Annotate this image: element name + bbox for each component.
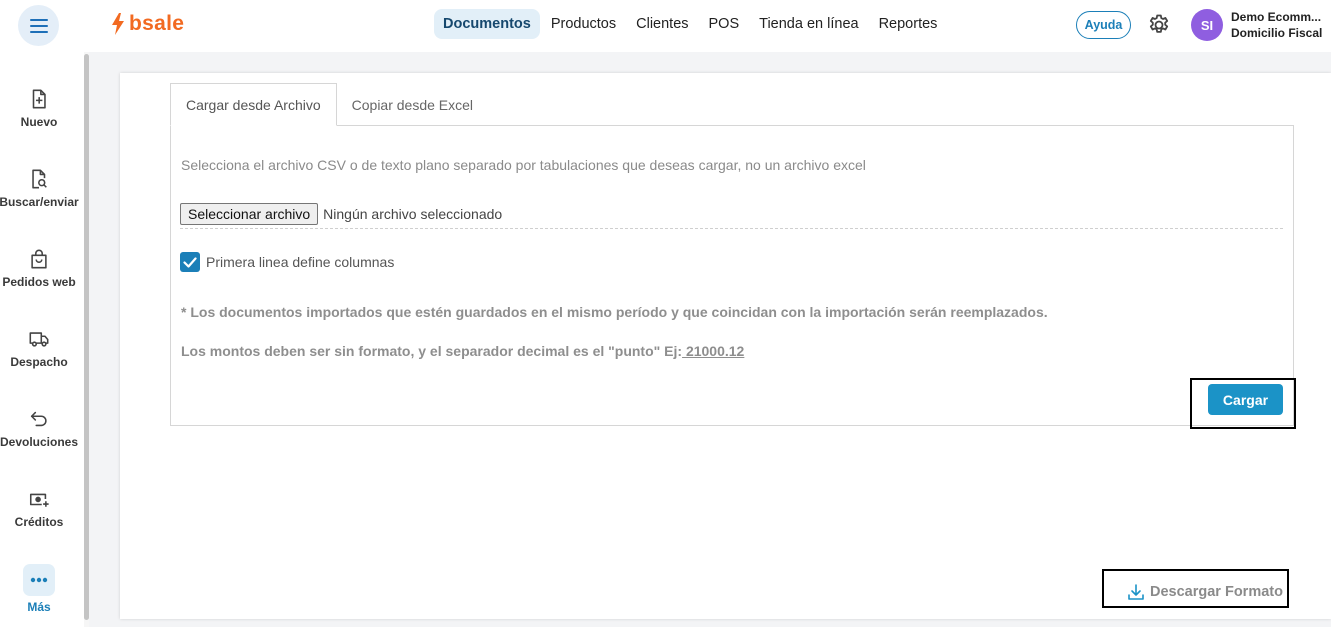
bsale-bolt-icon — [112, 13, 124, 35]
amount-format-text: Los montos deben ser sin formato, y el s… — [181, 343, 683, 359]
help-button[interactable]: Ayuda — [1076, 11, 1131, 39]
sidebar-item-creditos[interactable]: Créditos — [0, 488, 78, 529]
cash-plus-icon — [29, 493, 49, 507]
checkbox-label: Primera linea define columnas — [206, 254, 395, 270]
sidebar-item-despacho[interactable]: Despacho — [0, 328, 78, 369]
download-format-link[interactable]: Descargar Formato — [1127, 583, 1283, 601]
nav-documentos[interactable]: Documentos — [434, 9, 540, 39]
nav-productos[interactable]: Productos — [542, 9, 625, 39]
first-line-columns-checkbox[interactable] — [180, 252, 200, 272]
more-dots-icon — [23, 564, 55, 596]
cargar-button[interactable]: Cargar — [1208, 384, 1283, 415]
avatar[interactable]: SI — [1191, 9, 1223, 41]
truck-icon — [29, 332, 49, 347]
main-nav: Documentos Productos Clientes POS Tienda… — [434, 9, 948, 39]
menu-icon — [29, 18, 48, 33]
instruction-text: Selecciona el archivo CSV o de texto pla… — [181, 157, 866, 173]
checkmark-icon — [183, 256, 197, 268]
replace-note: * Los documentos importados que estén gu… — [181, 304, 1048, 320]
sidebar-item-buscar-enviar[interactable]: Buscar/enviar — [0, 168, 79, 209]
download-format-label: Descargar Formato — [1150, 584, 1283, 600]
bsale-logo[interactable]: bsale — [110, 12, 184, 36]
hamburger-menu-button[interactable] — [18, 5, 59, 46]
file-status: Ningún archivo seleccionado — [323, 206, 503, 222]
amount-format-note: Los montos deben ser sin formato, y el s… — [181, 343, 744, 359]
sidebar-item-mas[interactable]: Más — [0, 564, 78, 614]
company-branch: Domicilio Fiscal — [1231, 26, 1323, 40]
first-line-columns-option[interactable]: Primera linea define columnas — [180, 252, 394, 272]
nav-pos[interactable]: POS — [700, 9, 749, 39]
company-name: Demo Ecomm... — [1231, 10, 1322, 24]
sidebar-item-pedidos-web[interactable]: Pedidos web — [0, 248, 78, 289]
top-bar: bsale Documentos Productos Clientes POS … — [0, 0, 1331, 52]
sidebar-item-label: Despacho — [10, 355, 68, 369]
sidebar-item-label: Pedidos web — [2, 275, 76, 289]
amount-example: 21000.12 — [682, 343, 745, 359]
logo-text: bsale — [129, 12, 185, 35]
tab-copiar-desde-excel[interactable]: Copiar desde Excel — [337, 83, 488, 126]
sidebar-scrollbar[interactable] — [84, 52, 89, 627]
gear-icon[interactable] — [1147, 13, 1171, 37]
return-arrow-icon — [30, 411, 47, 427]
sidebar-item-label: Nuevo — [20, 115, 58, 129]
sidebar-item-label: Más — [27, 600, 51, 614]
file-input[interactable]: Seleccionar archivo Ningún archivo selec… — [180, 203, 502, 225]
sidebar-item-label: Devoluciones — [0, 435, 79, 449]
select-file-button[interactable]: Seleccionar archivo — [180, 203, 319, 225]
nav-tienda-en-linea[interactable]: Tienda en línea — [750, 9, 867, 39]
sidebar-item-label: Créditos — [14, 515, 64, 529]
import-tabs: Cargar desde Archivo Copiar desde Excel — [170, 83, 488, 126]
tab-cargar-desde-archivo[interactable]: Cargar desde Archivo — [170, 83, 337, 126]
nav-reportes[interactable]: Reportes — [870, 9, 947, 39]
divider — [180, 228, 1283, 229]
nav-clientes[interactable]: Clientes — [627, 9, 697, 39]
sidebar-item-label: Buscar/enviar — [0, 195, 79, 209]
sidebar-item-nuevo[interactable]: Nuevo — [0, 88, 78, 129]
file-search-icon — [32, 169, 47, 189]
shopping-bag-icon — [31, 249, 47, 269]
file-plus-icon — [32, 89, 46, 109]
company-selector[interactable]: Demo Ecomm... Domicilio Fiscal — [1231, 9, 1329, 41]
sidebar-item-devoluciones[interactable]: Devoluciones — [0, 408, 78, 449]
download-icon — [1128, 584, 1144, 600]
